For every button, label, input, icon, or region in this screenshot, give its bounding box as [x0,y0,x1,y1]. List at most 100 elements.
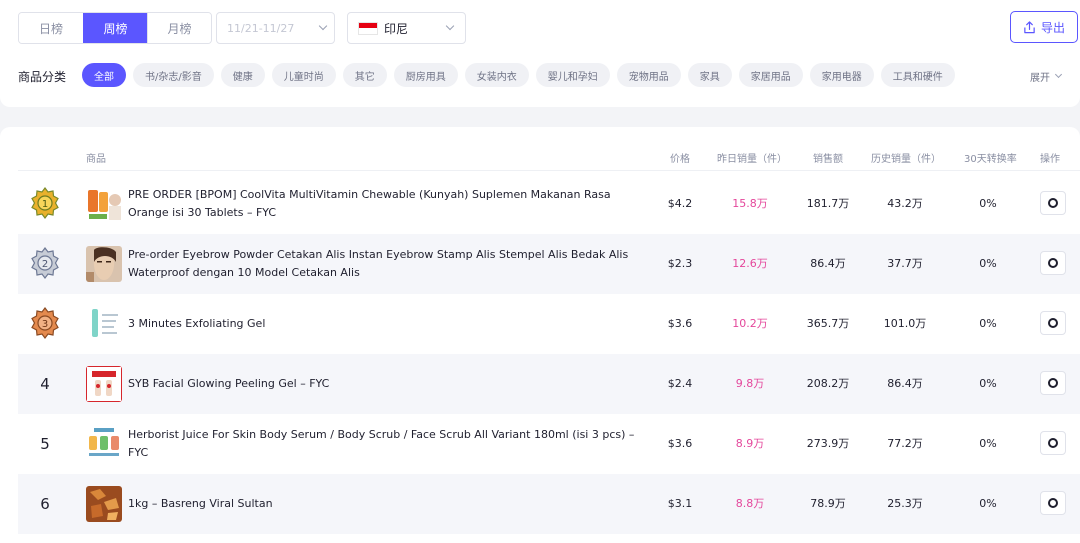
price-cell: $2.4 [667,377,693,390]
chevron-down-icon [1054,70,1063,79]
table-row[interactable]: 1 PRE ORDER [BPOM] CoolVita MultiVitamin… [18,174,1080,234]
conversion-cell: 0% [979,197,997,210]
table-row[interactable]: 2 Pre-order Eyebrow Powder Cetakan Alis … [18,234,1080,294]
yesterday-sales-cell: 9.8万 [735,377,765,390]
category-chip-all[interactable]: 全部 [82,63,126,87]
history-sales-cell: 37.7万 [887,257,923,270]
price-cell: $3.6 [667,437,693,450]
header-action: 操作 [1040,154,1060,165]
table-header: 商品 价格 昨日销量（件） 销售额 历史销量（件） 30天转换率 操作 [0,143,1080,171]
conversion-cell: 0% [979,497,997,510]
category-chip[interactable]: 其它 [342,63,387,87]
conversion-cell: 0% [979,257,997,270]
yesterday-sales-cell: 8.8万 [735,497,765,510]
sales-amount-cell: 365.7万 [806,317,850,330]
indonesia-flag-icon [358,21,378,35]
history-sales-cell: 101.0万 [883,317,927,330]
expand-categories-button[interactable]: 展开 [1030,69,1063,84]
conversion-cell: 0% [979,317,997,330]
category-chip[interactable]: 健康 [220,63,265,87]
category-chip[interactable]: 家居用品 [738,63,803,87]
filter-panel: 日榜 周榜 月榜 11/21-11/27 印尼 导出 商品分类 全部 书/杂志/… [0,0,1080,107]
gold-medal-icon: 1 [30,186,60,222]
product-name[interactable]: SYB Facial Glowing Peeling Gel – FYC [128,354,648,414]
circle-icon [1048,198,1058,208]
medal-rank: 2 [42,259,48,270]
yesterday-sales-cell: 15.8万 [732,197,768,210]
table-row[interactable]: 6 1kg – Basreng Viral Sultan $3.1 8.8万 7… [18,474,1080,534]
country-label: 印尼 [384,21,409,36]
tab-weekly[interactable]: 周榜 [83,13,147,43]
view-detail-button[interactable] [1040,371,1066,395]
product-name[interactable]: PRE ORDER [BPOM] CoolVita MultiVitamin C… [128,174,648,234]
category-chip[interactable]: 家用电器 [809,63,874,87]
category-chip[interactable]: 书/杂志/影音 [133,63,214,87]
product-name[interactable]: Pre-order Eyebrow Powder Cetakan Alis In… [128,234,648,294]
silver-medal-icon: 2 [30,246,60,282]
category-chip[interactable]: 宠物用品 [616,63,681,87]
product-name[interactable]: 1kg – Basreng Viral Sultan [128,474,648,534]
tab-monthly[interactable]: 月榜 [147,13,211,43]
category-chip[interactable]: 家具 [687,63,732,87]
product-thumbnail[interactable] [86,186,122,222]
category-chip[interactable]: 婴儿和孕妇 [535,63,610,87]
chevron-down-icon [445,21,455,31]
export-button[interactable]: 导出 [1010,11,1078,43]
view-detail-button[interactable] [1040,251,1066,275]
history-sales-cell: 86.4万 [887,377,923,390]
table-row[interactable]: 3 3 Minutes Exfoliating Gel $3.6 10.2万 3… [18,294,1080,354]
sales-amount-cell: 273.9万 [806,437,850,450]
export-icon [1024,20,1035,33]
sales-amount-cell: 86.4万 [810,257,846,270]
header-conversion: 30天转换率 [964,154,1017,165]
circle-icon [1048,438,1058,448]
export-label: 导出 [1040,20,1065,35]
rank-number: 4 [40,375,50,393]
product-thumbnail[interactable] [86,306,122,342]
product-thumbnail[interactable] [86,486,122,522]
country-select[interactable]: 印尼 [347,12,466,44]
tab-daily[interactable]: 日榜 [19,13,83,43]
header-history-sales: 历史销量（件） [871,154,941,165]
header-product: 商品 [86,154,106,165]
date-range-select[interactable]: 11/21-11/27 [216,12,335,44]
price-cell: $3.1 [667,497,693,510]
view-detail-button[interactable] [1040,491,1066,515]
product-name[interactable]: 3 Minutes Exfoliating Gel [128,294,648,354]
view-detail-button[interactable] [1040,311,1066,335]
category-chip[interactable]: 工具和硬件 [880,63,955,87]
conversion-cell: 0% [979,377,997,390]
sales-amount-cell: 181.7万 [806,197,850,210]
yesterday-sales-cell: 10.2万 [732,317,768,330]
circle-icon [1048,258,1058,268]
history-sales-cell: 43.2万 [887,197,923,210]
price-cell: $4.2 [667,197,693,210]
yesterday-sales-cell: 8.9万 [735,437,765,450]
product-thumbnail[interactable] [86,366,122,402]
header-divider [18,170,1080,171]
category-label: 商品分类 [18,70,67,84]
table-row[interactable]: 5 Herborist Juice For Skin Body Serum / … [18,414,1080,474]
product-thumbnail[interactable] [86,426,122,462]
category-chip[interactable]: 女装内衣 [464,63,529,87]
header-sales-amount: 销售额 [813,154,843,165]
period-tabs: 日榜 周榜 月榜 [18,12,212,44]
conversion-cell: 0% [979,437,997,450]
yesterday-sales-cell: 12.6万 [732,257,768,270]
rank-number: 6 [40,495,50,513]
product-name[interactable]: Herborist Juice For Skin Body Serum / Bo… [128,414,648,474]
category-chip[interactable]: 儿童时尚 [271,63,336,87]
history-sales-cell: 25.3万 [887,497,923,510]
price-cell: $3.6 [667,317,693,330]
view-detail-button[interactable] [1040,191,1066,215]
chevron-down-icon [318,21,328,31]
date-range-value: 11/21-11/27 [227,21,295,35]
product-thumbnail[interactable] [86,246,122,282]
view-detail-button[interactable] [1040,431,1066,455]
history-sales-cell: 77.2万 [887,437,923,450]
sales-amount-cell: 78.9万 [810,497,846,510]
category-chip[interactable]: 厨房用具 [393,63,458,87]
table-row[interactable]: 4 SYB Facial Glowing Peeling Gel – FYC $… [18,354,1080,414]
circle-icon [1048,498,1058,508]
medal-rank: 3 [42,319,48,330]
